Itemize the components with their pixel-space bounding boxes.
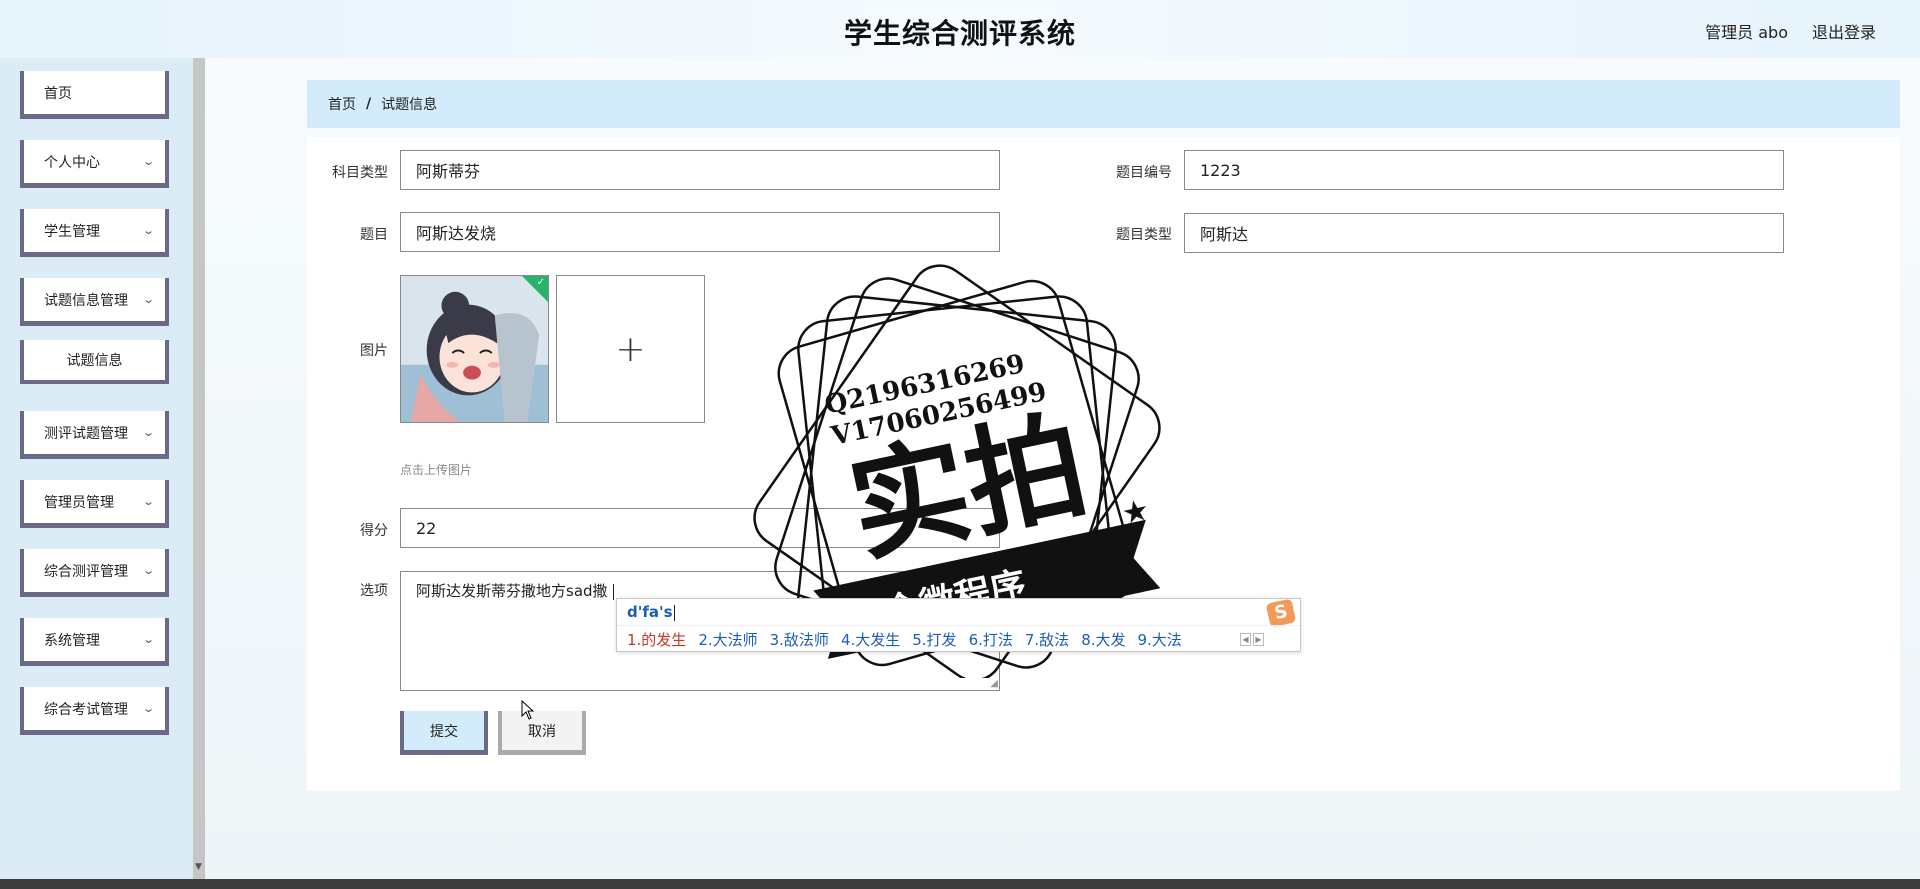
- sidebar-item-label: 个人中心: [44, 154, 100, 171]
- chevron-down-icon: ⌄: [141, 155, 155, 168]
- sogou-ime-logo-icon[interactable]: S: [1265, 598, 1297, 628]
- cancel-button[interactable]: 取消: [498, 711, 586, 755]
- ime-candidate[interactable]: 3.敌法师: [770, 629, 829, 650]
- chevron-down-icon: ⌄: [141, 564, 155, 577]
- sidebar-item-comprehensive-exam[interactable]: 综合考试管理 ⌄: [20, 687, 169, 735]
- sidebar-item-home[interactable]: 首页: [20, 71, 169, 119]
- question-input[interactable]: 阿斯达发烧: [400, 212, 1000, 252]
- sidebar-item-label: 学生管理: [44, 223, 100, 240]
- sidebar-item-question-management[interactable]: 试题信息管理 ⌄: [20, 278, 169, 326]
- question-type-input[interactable]: 阿斯达: [1184, 213, 1784, 253]
- sidebar-item-admin-management[interactable]: 管理员管理 ⌄: [20, 480, 169, 528]
- sidebar-subitem-question-info[interactable]: 试题信息: [20, 340, 169, 384]
- sidebar-item-system-management[interactable]: 系统管理 ⌄: [20, 618, 169, 666]
- ime-candidate[interactable]: 1.的发生: [627, 629, 686, 650]
- sidebar-item-label: 试题信息: [66, 353, 123, 369]
- bottom-edge-bar: [0, 879, 1920, 889]
- add-image-button[interactable]: +: [556, 275, 705, 423]
- question-value: 阿斯达发烧: [416, 224, 497, 243]
- subject-type-value: 阿斯蒂芬: [416, 162, 481, 181]
- sidebar-item-student-management[interactable]: 学生管理 ⌄: [20, 209, 169, 257]
- submit-button[interactable]: 提交: [400, 711, 488, 755]
- options-label: 选项: [360, 583, 388, 599]
- chevron-down-icon: ⌄: [141, 633, 155, 646]
- sidebar-item-evaluation-question-management[interactable]: 测评试题管理 ⌄: [20, 411, 169, 459]
- breadcrumb-current: 试题信息: [381, 97, 438, 113]
- image-label: 图片: [360, 343, 388, 359]
- submit-button-label: 提交: [430, 723, 458, 740]
- question-type-label: 题目类型: [1116, 227, 1172, 243]
- cancel-button-label: 取消: [528, 723, 556, 740]
- ime-pager: ◀ ▶: [1240, 633, 1264, 646]
- star-icon: ★: [1119, 492, 1153, 532]
- sidebar-item-label: 管理员管理: [44, 494, 114, 511]
- chevron-down-icon: ⌄: [141, 495, 155, 508]
- ime-next-page-icon[interactable]: ▶: [1253, 633, 1264, 646]
- logout-link[interactable]: 退出登录: [1812, 19, 1876, 43]
- score-value: 22: [416, 518, 437, 538]
- sidebar-item-label: 综合测评管理: [44, 563, 128, 580]
- ime-candidate[interactable]: 4.大发生: [841, 629, 900, 650]
- chevron-down-icon: ⌄: [141, 702, 155, 715]
- ime-candidate-window[interactable]: d'fa's S 1.的发生 2.大法师 3.敌法师 4.大发生 5.打发 6.…: [616, 598, 1301, 652]
- sidebar-item-comprehensive-evaluation[interactable]: 综合测评管理 ⌄: [20, 549, 169, 597]
- ime-candidate[interactable]: 5.打发: [912, 629, 956, 650]
- scroll-down-icon[interactable]: ▼: [195, 862, 202, 872]
- uploaded-image-thumbnail[interactable]: ✓: [400, 275, 549, 423]
- sidebar-scrollbar[interactable]: [193, 58, 205, 879]
- breadcrumb: 首页 / 试题信息: [307, 80, 1900, 128]
- ime-prev-page-icon[interactable]: ◀: [1240, 633, 1251, 646]
- question-type-value: 阿斯达: [1200, 225, 1249, 244]
- chevron-down-icon: ⌄: [141, 293, 155, 306]
- subject-type-input[interactable]: 阿斯蒂芬: [400, 150, 1000, 190]
- upload-hint: 点击上传图片: [400, 463, 473, 477]
- score-label: 得分: [360, 523, 388, 539]
- resize-handle-icon[interactable]: ◢: [990, 679, 998, 689]
- app-title: 学生综合测评系统: [843, 17, 1076, 50]
- sidebar-item-personal-center[interactable]: 个人中心 ⌄: [20, 140, 169, 188]
- ime-candidate[interactable]: 2.大法师: [698, 629, 757, 650]
- subject-type-label: 科目类型: [332, 165, 388, 181]
- ime-candidate[interactable]: 7.敌法: [1025, 629, 1069, 650]
- question-label: 题目: [360, 227, 388, 243]
- admin-user-label[interactable]: 管理员 abo: [1705, 19, 1788, 43]
- ime-divider: [617, 625, 1300, 626]
- ime-composition: d'fa's: [627, 603, 675, 621]
- sidebar-item-label: 试题信息管理: [44, 292, 128, 309]
- question-no-label: 题目编号: [1116, 165, 1172, 181]
- ime-candidate-list: 1.的发生 2.大法师 3.敌法师 4.大发生 5.打发 6.打法 7.敌法 8…: [627, 629, 1182, 650]
- ime-candidate[interactable]: 9.大法: [1138, 629, 1182, 650]
- chevron-down-icon: ⌄: [141, 426, 155, 439]
- ime-candidate[interactable]: 6.打法: [969, 629, 1013, 650]
- question-no-input[interactable]: 1223: [1184, 150, 1784, 190]
- check-icon: ✓: [536, 277, 545, 288]
- plus-icon: +: [615, 328, 646, 370]
- sidebar-item-label: 首页: [44, 85, 72, 102]
- top-header: 学生综合测评系统 管理员 abo 退出登录: [0, 0, 1920, 58]
- header-user-area: 管理员 abo 退出登录: [1705, 19, 1876, 43]
- breadcrumb-separator: /: [366, 96, 372, 112]
- sidebar-item-label: 测评试题管理: [44, 425, 128, 442]
- text-caret: [613, 583, 615, 600]
- mouse-cursor-icon: [521, 700, 535, 720]
- question-no-value: 1223: [1200, 160, 1241, 180]
- sidebar-item-label: 系统管理: [44, 632, 100, 649]
- chevron-down-icon: ⌄: [141, 224, 155, 237]
- sidebar-item-label: 综合考试管理: [44, 701, 128, 718]
- options-value: 阿斯达发斯蒂芬撒地方sad撒: [416, 582, 613, 600]
- ime-candidate[interactable]: 8.大发: [1081, 629, 1125, 650]
- breadcrumb-home[interactable]: 首页: [328, 94, 356, 114]
